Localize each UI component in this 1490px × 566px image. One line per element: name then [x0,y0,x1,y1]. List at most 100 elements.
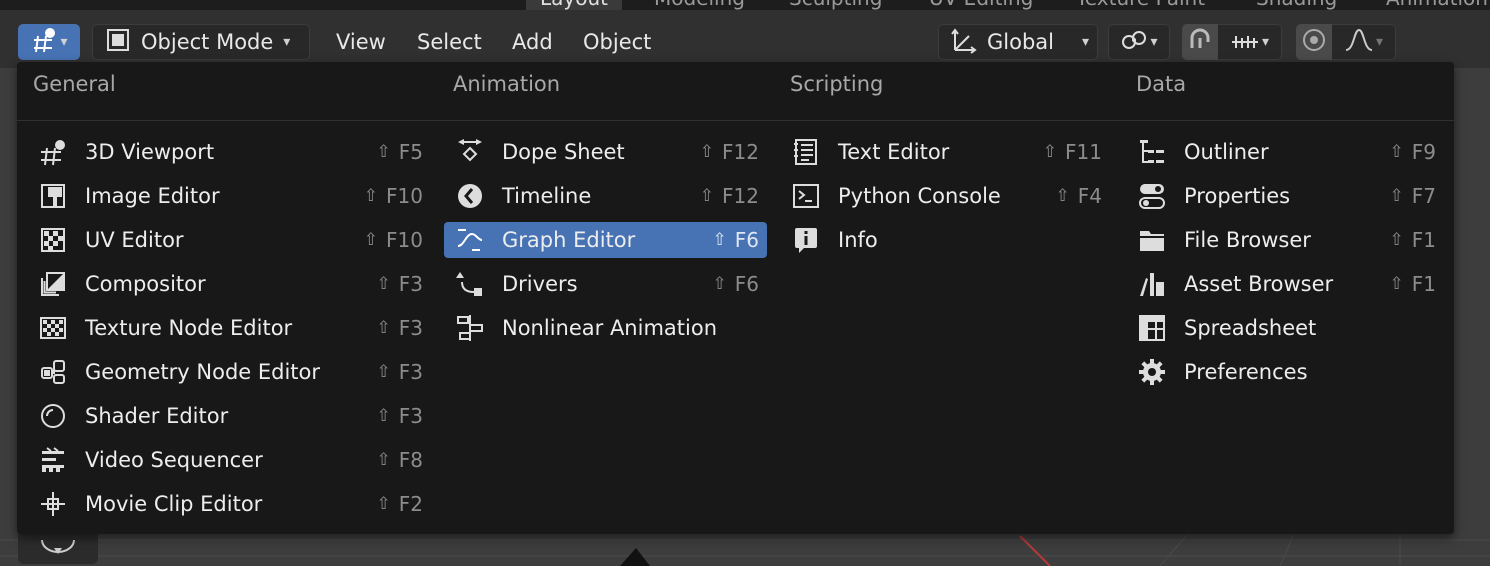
workspace-tab-shading[interactable]: Shading [1242,0,1351,10]
menu-view[interactable]: View [322,24,400,60]
snap-toggle[interactable] [1182,24,1218,60]
shortcut-key: F12 [722,140,759,164]
menu-item-label: Timeline [502,184,592,208]
movie-clip-icon [37,488,69,520]
drivers-icon [454,268,486,300]
viewport-3d-icon [37,136,69,168]
chevron-down-icon: ▾ [1375,34,1384,50]
menu-item-outliner[interactable]: Outliner ⇧ F9 [1126,134,1444,170]
menu-item-label: Nonlinear Animation [502,316,718,340]
menu-item-movie-clip-editor[interactable]: Movie Clip Editor ⇧ F2 [27,486,431,522]
text-editor-icon [790,136,822,168]
menu-select[interactable]: Select [403,24,496,60]
chevron-down-icon: ▾ [1081,34,1089,50]
menu-item-label: Spreadsheet [1184,316,1317,340]
workspace-tab-animation[interactable]: Animation [1372,0,1490,10]
shift-icon: ⇧ [376,274,391,294]
menu-item-label: UV Editor [85,228,184,252]
menu-item-file-browser[interactable]: File Browser ⇧ F1 [1126,222,1444,258]
menu-add[interactable]: Add [498,24,567,60]
shift-icon: ⇧ [1389,142,1404,162]
magnet-icon [1186,26,1214,59]
menu-item-label: Shader Editor [85,404,229,428]
shortcut-key: F12 [722,184,759,208]
menu-item-texture-node-editor[interactable]: Texture Node Editor ⇧ F3 [27,310,431,346]
menu-item-label: Asset Browser [1184,272,1334,296]
transform-orientation-dropdown[interactable]: Global ▾ [938,24,1098,60]
column-title-data: Data [1136,72,1187,96]
menu-item-image-editor[interactable]: Image Editor ⇧ F10 [27,178,431,214]
menu-item-label: Graph Editor [502,228,636,252]
shortcut: ⇧ F7 [1390,184,1436,208]
gear-icon [1136,356,1168,388]
geometry-node-icon [37,356,69,388]
shortcut-key: F6 [734,228,759,252]
shortcut: ⇧ F3 [377,316,423,340]
object-mode-dropdown[interactable]: Object Mode ▾ [92,24,310,60]
menu-item-timeline[interactable]: Timeline ⇧ F12 [444,178,767,214]
shortcut-key: F9 [1411,140,1436,164]
dope-sheet-icon [454,136,486,168]
shortcut: ⇧ F8 [377,448,423,472]
shift-icon: ⇧ [363,230,379,250]
proportional-editing-toggle[interactable] [1296,24,1332,60]
menu-item-properties[interactable]: Properties ⇧ F7 [1126,178,1444,214]
snap-type-dropdown[interactable]: ▾ [1218,24,1282,60]
shortcut: ⇧ F3 [377,360,423,384]
column-divider [437,120,774,121]
menu-item-preferences[interactable]: Preferences [1126,354,1444,390]
column-title-general: General [33,72,116,96]
menu-item-geometry-node-editor[interactable]: Geometry Node Editor ⇧ F3 [27,354,431,390]
editor-type-button[interactable]: ▾ [18,24,80,60]
column-divider [774,120,1120,121]
menu-item-info[interactable]: Info [780,222,1110,258]
menu-item-dope-sheet[interactable]: Dope Sheet ⇧ F12 [444,134,767,170]
shortcut: ⇧ F10 [364,228,423,252]
workspace-tab-modeling[interactable]: Modeling [640,0,759,10]
chevron-down-icon: ▾ [1261,34,1270,50]
menu-item-drivers[interactable]: Drivers ⇧ F6 [444,266,767,302]
menu-object[interactable]: Object [569,24,665,60]
shortcut: ⇧ F3 [377,404,423,428]
menu-item-shader-editor[interactable]: Shader Editor ⇧ F3 [27,398,431,434]
menu-item-asset-browser[interactable]: Asset Browser ⇧ F1 [1126,266,1444,302]
menu-item-label: 3D Viewport [85,140,215,164]
workspace-tab-uv-editing[interactable]: UV Editing [915,0,1047,10]
menu-item-3d-viewport[interactable]: 3D Viewport ⇧ F5 [27,134,431,170]
workspace-tabs: Layout Modeling Sculpting UV Editing Tex… [0,0,1490,10]
workspace-tab-layout[interactable]: Layout [526,0,622,10]
workspace-tab-texture-paint[interactable]: Texture Paint [1062,0,1219,10]
shortcut-key: F7 [1411,184,1436,208]
menu-item-label: Drivers [502,272,578,296]
editor-type-menu: General 3D Viewport ⇧ F5 Image Editor ⇧ F1… [17,62,1454,534]
menu-column-animation: Animation Dope Sheet ⇧ F12 Timeline ⇧ F12 … [437,62,774,534]
shift-icon: ⇧ [1389,274,1404,294]
column-title-animation: Animation [453,72,561,96]
shortcut: ⇧ F9 [1390,140,1436,164]
uv-editor-icon [37,224,69,256]
menu-item-graph-editor[interactable]: Graph Editor ⇧ F6 [444,222,767,258]
pivot-point-dropdown[interactable]: ▾ [1108,24,1170,60]
menu-item-text-editor[interactable]: Text Editor ⇧ F11 [780,134,1110,170]
proportional-falloff-dropdown[interactable]: ▾ [1332,24,1396,60]
menu-item-python-console[interactable]: Python Console ⇧ F4 [780,178,1110,214]
shortcut-key: F10 [386,184,423,208]
menu-item-label: Info [838,228,878,252]
outliner-icon [1136,136,1168,168]
menu-item-compositor[interactable]: Compositor ⇧ F3 [27,266,431,302]
folder-icon [1136,224,1168,256]
shortcut-key: F3 [398,404,423,428]
menu-item-video-sequencer[interactable]: Video Sequencer ⇧ F8 [27,442,431,478]
menu-item-label: Movie Clip Editor [85,492,263,516]
workspace-tab-sculpting[interactable]: Sculpting [775,0,896,10]
menu-item-label: Image Editor [85,184,220,208]
shortcut-key: F3 [398,316,423,340]
menu-item-label: Text Editor [838,140,950,164]
transform-orientation-icon [949,26,977,59]
menu-item-spreadsheet[interactable]: Spreadsheet [1126,310,1444,346]
menu-item-label: Preferences [1184,360,1308,384]
menu-item-nonlinear-animation[interactable]: Nonlinear Animation [444,310,767,346]
menu-item-uv-editor[interactable]: UV Editor ⇧ F10 [27,222,431,258]
menu-item-label: Texture Node Editor [85,316,293,340]
shortcut: ⇧ F6 [713,228,759,252]
